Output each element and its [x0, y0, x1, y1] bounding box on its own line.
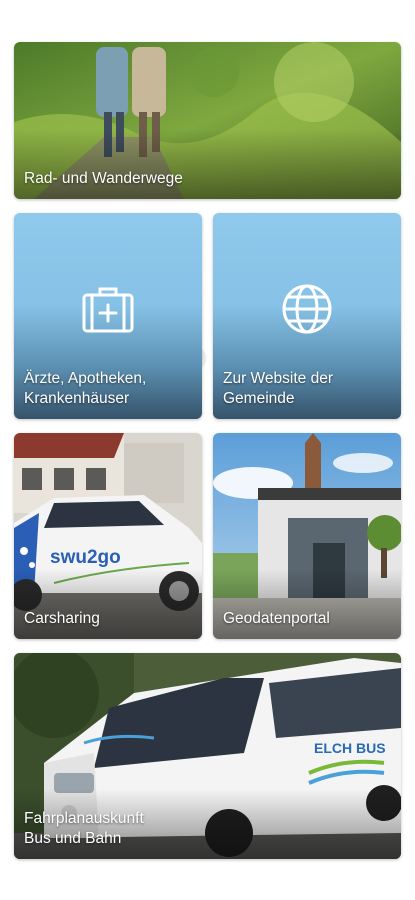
tile-geodata[interactable]: Geodatenportal — [213, 433, 401, 639]
globe-icon — [279, 281, 335, 337]
car-brand-text: swu2go — [50, 547, 121, 568]
tile-website[interactable]: Zur Website der Gemeinde — [213, 213, 401, 419]
tile-carsharing[interactable]: swu2go Carsharing — [14, 433, 202, 639]
tile-hiking[interactable]: Rad- und Wanderwege — [14, 42, 401, 199]
tile-label: Rad- und Wanderwege — [24, 170, 183, 187]
tile-label: Fahrplanauskunft Bus und Bahn — [24, 810, 144, 847]
bus-brand-text: ELCH BUS — [314, 740, 386, 756]
tile-label: Ärzte, Apotheken, Krankenhäuser — [24, 370, 147, 407]
tile-doctors[interactable]: Ärzte, Apotheken, Krankenhäuser — [14, 213, 202, 419]
tile-label: Carsharing — [24, 610, 100, 627]
medical-kit-icon — [80, 281, 136, 337]
tile-label: Zur Website der Gemeinde — [223, 370, 333, 407]
tile-transit[interactable]: ELCH BUS Fahrplanauskunft Bus und Bahn — [14, 653, 401, 859]
tile-label: Geodatenportal — [223, 610, 330, 627]
